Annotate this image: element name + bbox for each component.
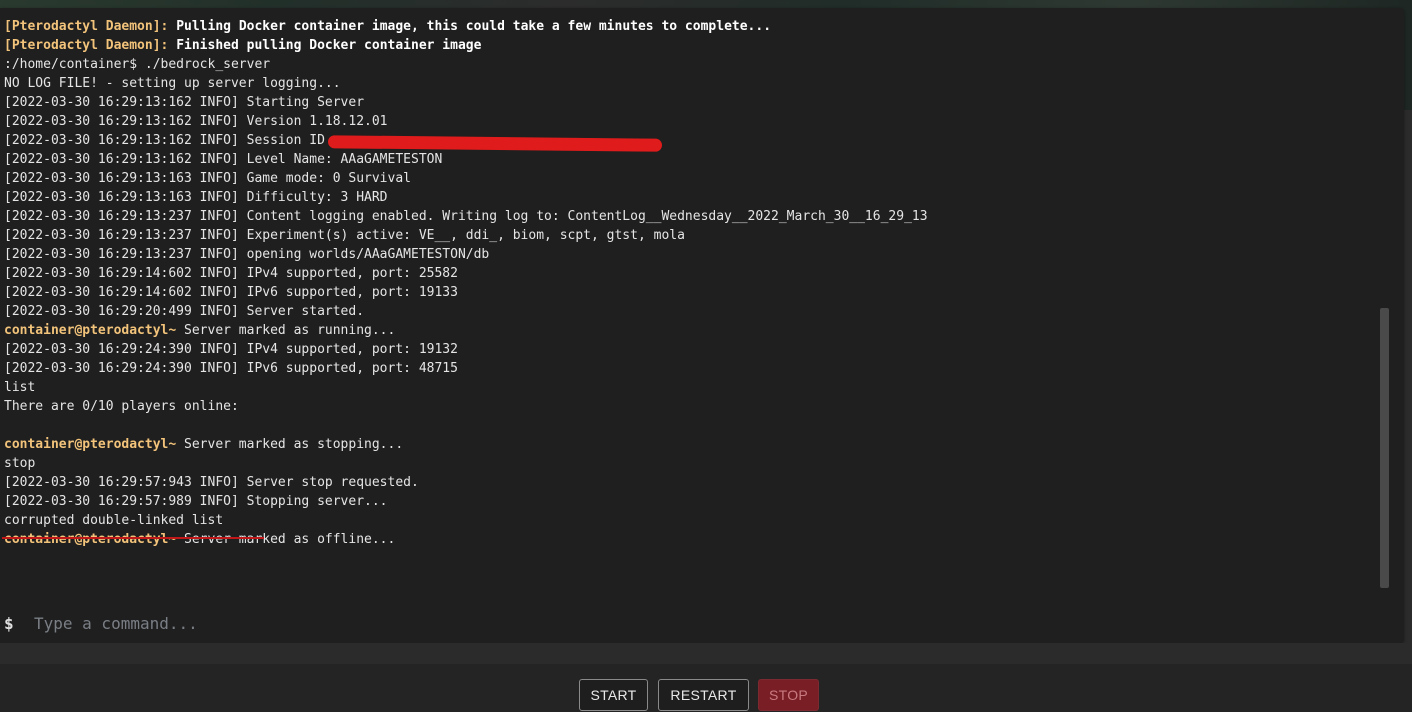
start-button[interactable]: START <box>579 679 648 711</box>
console-line-text: Server marked as running... <box>176 323 396 338</box>
console-line-text: corrupted double-linked list <box>4 513 224 528</box>
console-line-text: Pulling Docker container image, this cou… <box>168 19 772 34</box>
prompt-user: container@pterodactyl~ <box>4 437 177 452</box>
prompt-symbol: $ <box>4 614 14 633</box>
console-line: corrupted double-linked list <box>4 511 1374 530</box>
console-line: [2022-03-30 16:29:13:162 INFO] Level Nam… <box>4 150 1374 169</box>
prompt-user: container@pterodactyl~ <box>4 323 177 338</box>
console-line-text: [2022-03-30 16:29:57:989 INFO] Stopping … <box>4 494 388 509</box>
console-line: [Pterodactyl Daemon]: Finished pulling D… <box>4 36 1374 55</box>
console-line-text: [2022-03-30 16:29:13:237 INFO] Experimen… <box>4 228 685 243</box>
console-line-text: [2022-03-30 16:29:13:162 INFO] Version 1… <box>4 114 388 129</box>
console-line-text: [2022-03-30 16:29:13:237 INFO] opening w… <box>4 247 490 262</box>
console-line-text: [2022-03-30 16:29:14:602 INFO] IPv6 supp… <box>4 285 458 300</box>
console-line: [2022-03-30 16:29:13:162 INFO] Starting … <box>4 93 1374 112</box>
console-line: [2022-03-30 16:29:20:499 INFO] Server st… <box>4 302 1374 321</box>
console-line-text: [2022-03-30 16:29:13:162 INFO] Session I… <box>4 133 325 148</box>
console-line-text: [2022-03-30 16:29:13:162 INFO] Level Nam… <box>4 152 443 167</box>
console-line-text: :/home/container$ ./bedrock_server <box>4 57 271 72</box>
console-line-text: [2022-03-30 16:29:13:162 INFO] Starting … <box>4 95 365 110</box>
console-line: [2022-03-30 16:29:24:390 INFO] IPv6 supp… <box>4 359 1374 378</box>
console-line-text: [2022-03-30 16:29:24:390 INFO] IPv6 supp… <box>4 361 458 376</box>
console-line: [2022-03-30 16:29:24:390 INFO] IPv4 supp… <box>4 340 1374 359</box>
console-line-text: Finished pulling Docker container image <box>168 38 482 53</box>
console-line: container@pterodactyl~ Server marked as … <box>4 435 1374 454</box>
console-line: [2022-03-30 16:29:13:163 INFO] Game mode… <box>4 169 1374 188</box>
console-line-text: [2022-03-30 16:29:24:390 INFO] IPv4 supp… <box>4 342 458 357</box>
console-line-text: [2022-03-30 16:29:13:163 INFO] Game mode… <box>4 171 411 186</box>
console-line: [2022-03-30 16:29:57:943 INFO] Server st… <box>4 473 1374 492</box>
daemon-prefix: [Pterodactyl Daemon]: <box>4 38 169 53</box>
console-line-text: [2022-03-30 16:29:13:237 INFO] Content l… <box>4 209 928 224</box>
console-line-text: NO LOG FILE! - setting up server logging… <box>4 76 341 91</box>
console-line-text: There are 0/10 players online: <box>4 399 239 414</box>
highlight-underline <box>2 537 264 539</box>
daemon-prefix: [Pterodactyl Daemon]: <box>4 19 169 34</box>
console-line: [2022-03-30 16:29:13:162 INFO] Version 1… <box>4 112 1374 131</box>
console-line: container@pterodactyl~ Server marked as … <box>4 530 1374 549</box>
console-scrollbar[interactable] <box>1380 308 1389 588</box>
console-line-text: [2022-03-30 16:29:20:499 INFO] Server st… <box>4 304 365 319</box>
server-console: [Pterodactyl Daemon]: Pulling Docker con… <box>0 8 1404 643</box>
console-line: [2022-03-30 16:29:13:237 INFO] opening w… <box>4 245 1374 264</box>
console-line: list <box>4 378 1374 397</box>
console-line: [2022-03-30 16:29:13:163 INFO] Difficult… <box>4 188 1374 207</box>
console-line-text: stop <box>4 456 36 471</box>
console-line: container@pterodactyl~ Server marked as … <box>4 321 1374 340</box>
console-line-text: list <box>4 380 36 395</box>
command-row: $ <box>0 604 1404 643</box>
console-line: [2022-03-30 16:29:14:602 INFO] IPv4 supp… <box>4 264 1374 283</box>
console-line: [2022-03-30 16:29:13:162 INFO] Session I… <box>4 131 1374 150</box>
prompt-user: container@pterodactyl~ <box>4 532 177 547</box>
stop-button[interactable]: STOP <box>758 679 819 711</box>
console-line: [2022-03-30 16:29:14:602 INFO] IPv6 supp… <box>4 283 1374 302</box>
restart-button[interactable]: RESTART <box>658 679 749 711</box>
command-input[interactable] <box>32 613 1336 634</box>
console-line: [2022-03-30 16:29:13:237 INFO] Experimen… <box>4 226 1374 245</box>
console-line: NO LOG FILE! - setting up server logging… <box>4 74 1374 93</box>
console-line: [2022-03-30 16:29:13:237 INFO] Content l… <box>4 207 1374 226</box>
console-line: :/home/container$ ./bedrock_server <box>4 55 1374 74</box>
console-line: There are 0/10 players online: <box>4 397 1374 416</box>
console-log: [Pterodactyl Daemon]: Pulling Docker con… <box>4 17 1374 607</box>
power-controls: START RESTART STOP <box>0 664 1412 712</box>
console-line-text: [2022-03-30 16:29:14:602 INFO] IPv4 supp… <box>4 266 458 281</box>
console-line-text: [2022-03-30 16:29:13:163 INFO] Difficult… <box>4 190 388 205</box>
console-line-text: Server marked as offline... <box>176 532 396 547</box>
console-line-text: Server marked as stopping... <box>176 437 404 452</box>
console-line: stop <box>4 454 1374 473</box>
toolbar-gap <box>0 643 1412 664</box>
console-line: [Pterodactyl Daemon]: Pulling Docker con… <box>4 17 1374 36</box>
console-line: [2022-03-30 16:29:57:989 INFO] Stopping … <box>4 492 1374 511</box>
console-line-text: [2022-03-30 16:29:57:943 INFO] Server st… <box>4 475 419 490</box>
